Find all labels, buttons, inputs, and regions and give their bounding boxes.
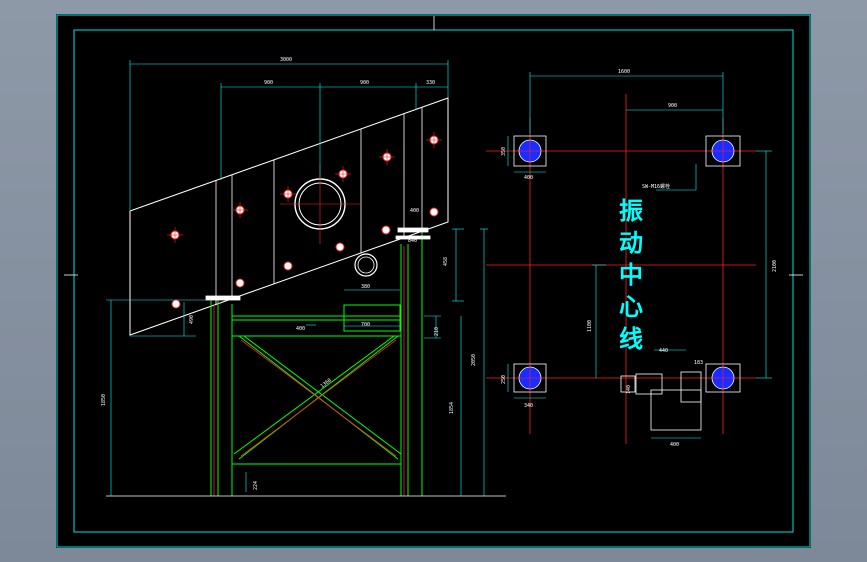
cad-viewport[interactable]: 3000 900 900 330 458 2050 1854 1850 490 … xyxy=(0,0,867,562)
plan-height-right: 2100 xyxy=(772,260,778,272)
vc-char-2: 中 xyxy=(619,261,643,289)
plan-pad-top-w: 400 xyxy=(524,175,533,181)
vc-char-4: 线 xyxy=(619,325,643,353)
drawing-sheet: 3000 900 900 330 458 2050 1854 1850 490 … xyxy=(56,14,811,548)
body-stiffeners xyxy=(215,107,423,304)
plan-details xyxy=(620,371,702,431)
plan-half-width: 900 xyxy=(668,103,677,109)
plan-pad-top-h: 350 xyxy=(501,147,507,156)
dim-frame-c: 700 xyxy=(361,322,370,328)
vc-char-1: 动 xyxy=(619,229,643,257)
inner-border xyxy=(73,29,794,533)
plan-center-offset: 1100 xyxy=(587,320,593,332)
plan-pad-bot-w: 340 xyxy=(524,403,533,409)
plan-width-top: 1600 xyxy=(618,69,630,75)
outer-border xyxy=(56,14,811,548)
plan-pad-bot-h: 250 xyxy=(501,375,507,384)
dim-right-h2: 2050 xyxy=(471,354,477,366)
dim-seg-b: 900 xyxy=(360,80,369,86)
dim-frame-b: 380 xyxy=(361,284,370,290)
screen-body xyxy=(129,97,449,336)
plan-view: 1600 900 2100 1100 400 350 340 250 SW-M1… xyxy=(486,69,778,448)
vc-char-3: 心 xyxy=(619,293,643,321)
plan-anchor-note: SW-M16螺栓 xyxy=(642,183,670,190)
dim-right-h3: 1854 xyxy=(449,402,455,414)
dim-left-h: 1850 xyxy=(101,394,107,406)
side-dimensions xyxy=(106,60,488,496)
dim-overall-width: 3000 xyxy=(280,57,292,63)
plan-box-h: 140 xyxy=(626,385,632,394)
plan-hole-h: 183 xyxy=(694,360,703,366)
dim-small-210: 210 xyxy=(434,327,440,336)
plan-hole-w: 440 xyxy=(659,348,668,354)
cad-drawing: 3000 900 900 330 458 2050 1854 1850 490 … xyxy=(56,14,811,548)
vibration-center-label: 振 动 中 心 线 xyxy=(619,197,643,353)
plan-box-w: 400 xyxy=(670,442,679,448)
bolt-holes xyxy=(170,135,439,309)
dim-top-400: 400 xyxy=(410,208,419,214)
dim-seg-a: 900 xyxy=(264,80,273,86)
dim-frame-e: 400 xyxy=(296,326,305,332)
side-view: 3000 900 900 330 458 2050 1854 1850 490 … xyxy=(101,57,506,497)
dim-seg-c: 330 xyxy=(426,80,435,86)
dim-right-h1: 458 xyxy=(443,257,449,266)
dim-frame-d: 840 xyxy=(408,238,417,244)
vc-char-0: 振 xyxy=(619,197,643,225)
base-lines xyxy=(106,227,506,497)
dim-leg-h: 490 xyxy=(189,315,195,324)
dim-base-224: 224 xyxy=(253,481,259,490)
